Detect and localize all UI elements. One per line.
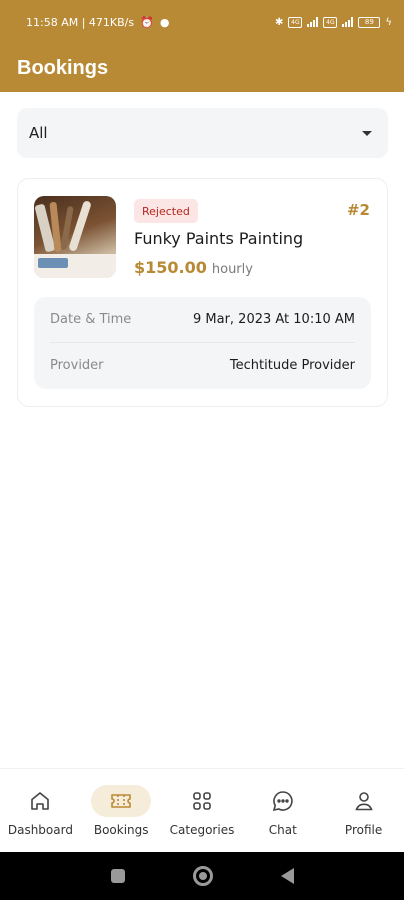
booking-details: Date & Time 9 Mar, 2023 At 10:10 AM Prov… [34,297,371,389]
service-image [34,196,116,278]
recents-button[interactable] [110,869,125,883]
nav-label-chat: Chat [268,823,297,837]
grid-icon [172,785,232,817]
booking-number: #2 [346,201,370,219]
home-button[interactable] [192,866,213,886]
messenger-icon: ● [159,15,170,29]
nav-item-dashboard[interactable]: Dashboard [0,769,81,852]
lte-icon-2: 4G [323,16,338,28]
nav-label-bookings: Bookings [93,823,149,837]
user-icon [334,785,394,817]
home-icon [10,785,70,817]
status-badge: Rejected [134,199,198,223]
bottom-navigation: Dashboard Bookings Categories Chat Profi… [0,768,404,852]
lte-icon: 4G [288,16,303,28]
battery-icon: 89 [358,16,381,28]
page-title: Bookings [17,56,109,79]
booking-card[interactable]: Rejected #2 Funky Paints Painting $150.0… [17,178,388,407]
nav-label-categories: Categories [169,823,235,837]
signal-icon-2 [342,17,354,27]
charging-icon: ϟ [385,16,392,28]
dropdown-arrow-icon [362,130,372,136]
chat-icon [253,785,313,817]
price-amount: $150.00 [134,258,207,277]
price-unit: hourly [211,262,253,277]
date-time-value: 9 Mar, 2023 At 10:10 AM [192,312,355,327]
system-navigation-bar [0,852,404,900]
nav-item-profile[interactable]: Profile [323,769,404,852]
signal-icon [307,17,319,27]
filter-selected-value: All [29,124,48,142]
nav-item-chat[interactable]: Chat [242,769,323,852]
price-line: $150.00 hourly [134,258,253,277]
date-time-label: Date & Time [50,312,132,327]
provider-value: Techtitude Provider [229,357,355,373]
provider-row: Provider Techtitude Provider [50,342,355,387]
provider-label: Provider [50,357,104,373]
date-time-row: Date & Time 9 Mar, 2023 At 10:10 AM [50,297,355,342]
alarm-icon: ⏰ [140,15,154,29]
service-title: Funky Paints Painting [134,229,304,248]
nav-label-dashboard: Dashboard [7,823,73,837]
bluetooth-icon: ✱ [275,16,284,28]
app-bar: Bookings [0,44,404,92]
nav-label-profile: Profile [344,823,383,837]
nav-item-categories[interactable]: Categories [162,769,243,852]
back-button[interactable] [280,868,294,884]
status-time: 11:58 AM | 471KB/s [26,15,135,29]
status-filter-dropdown[interactable]: All [17,108,388,158]
status-bar: 11:58 AM | 471KB/s ⏰ ● ✱ 4G 4G 89 ϟ [0,0,404,44]
nav-item-bookings[interactable]: Bookings [81,769,162,852]
ticket-icon [91,785,152,817]
